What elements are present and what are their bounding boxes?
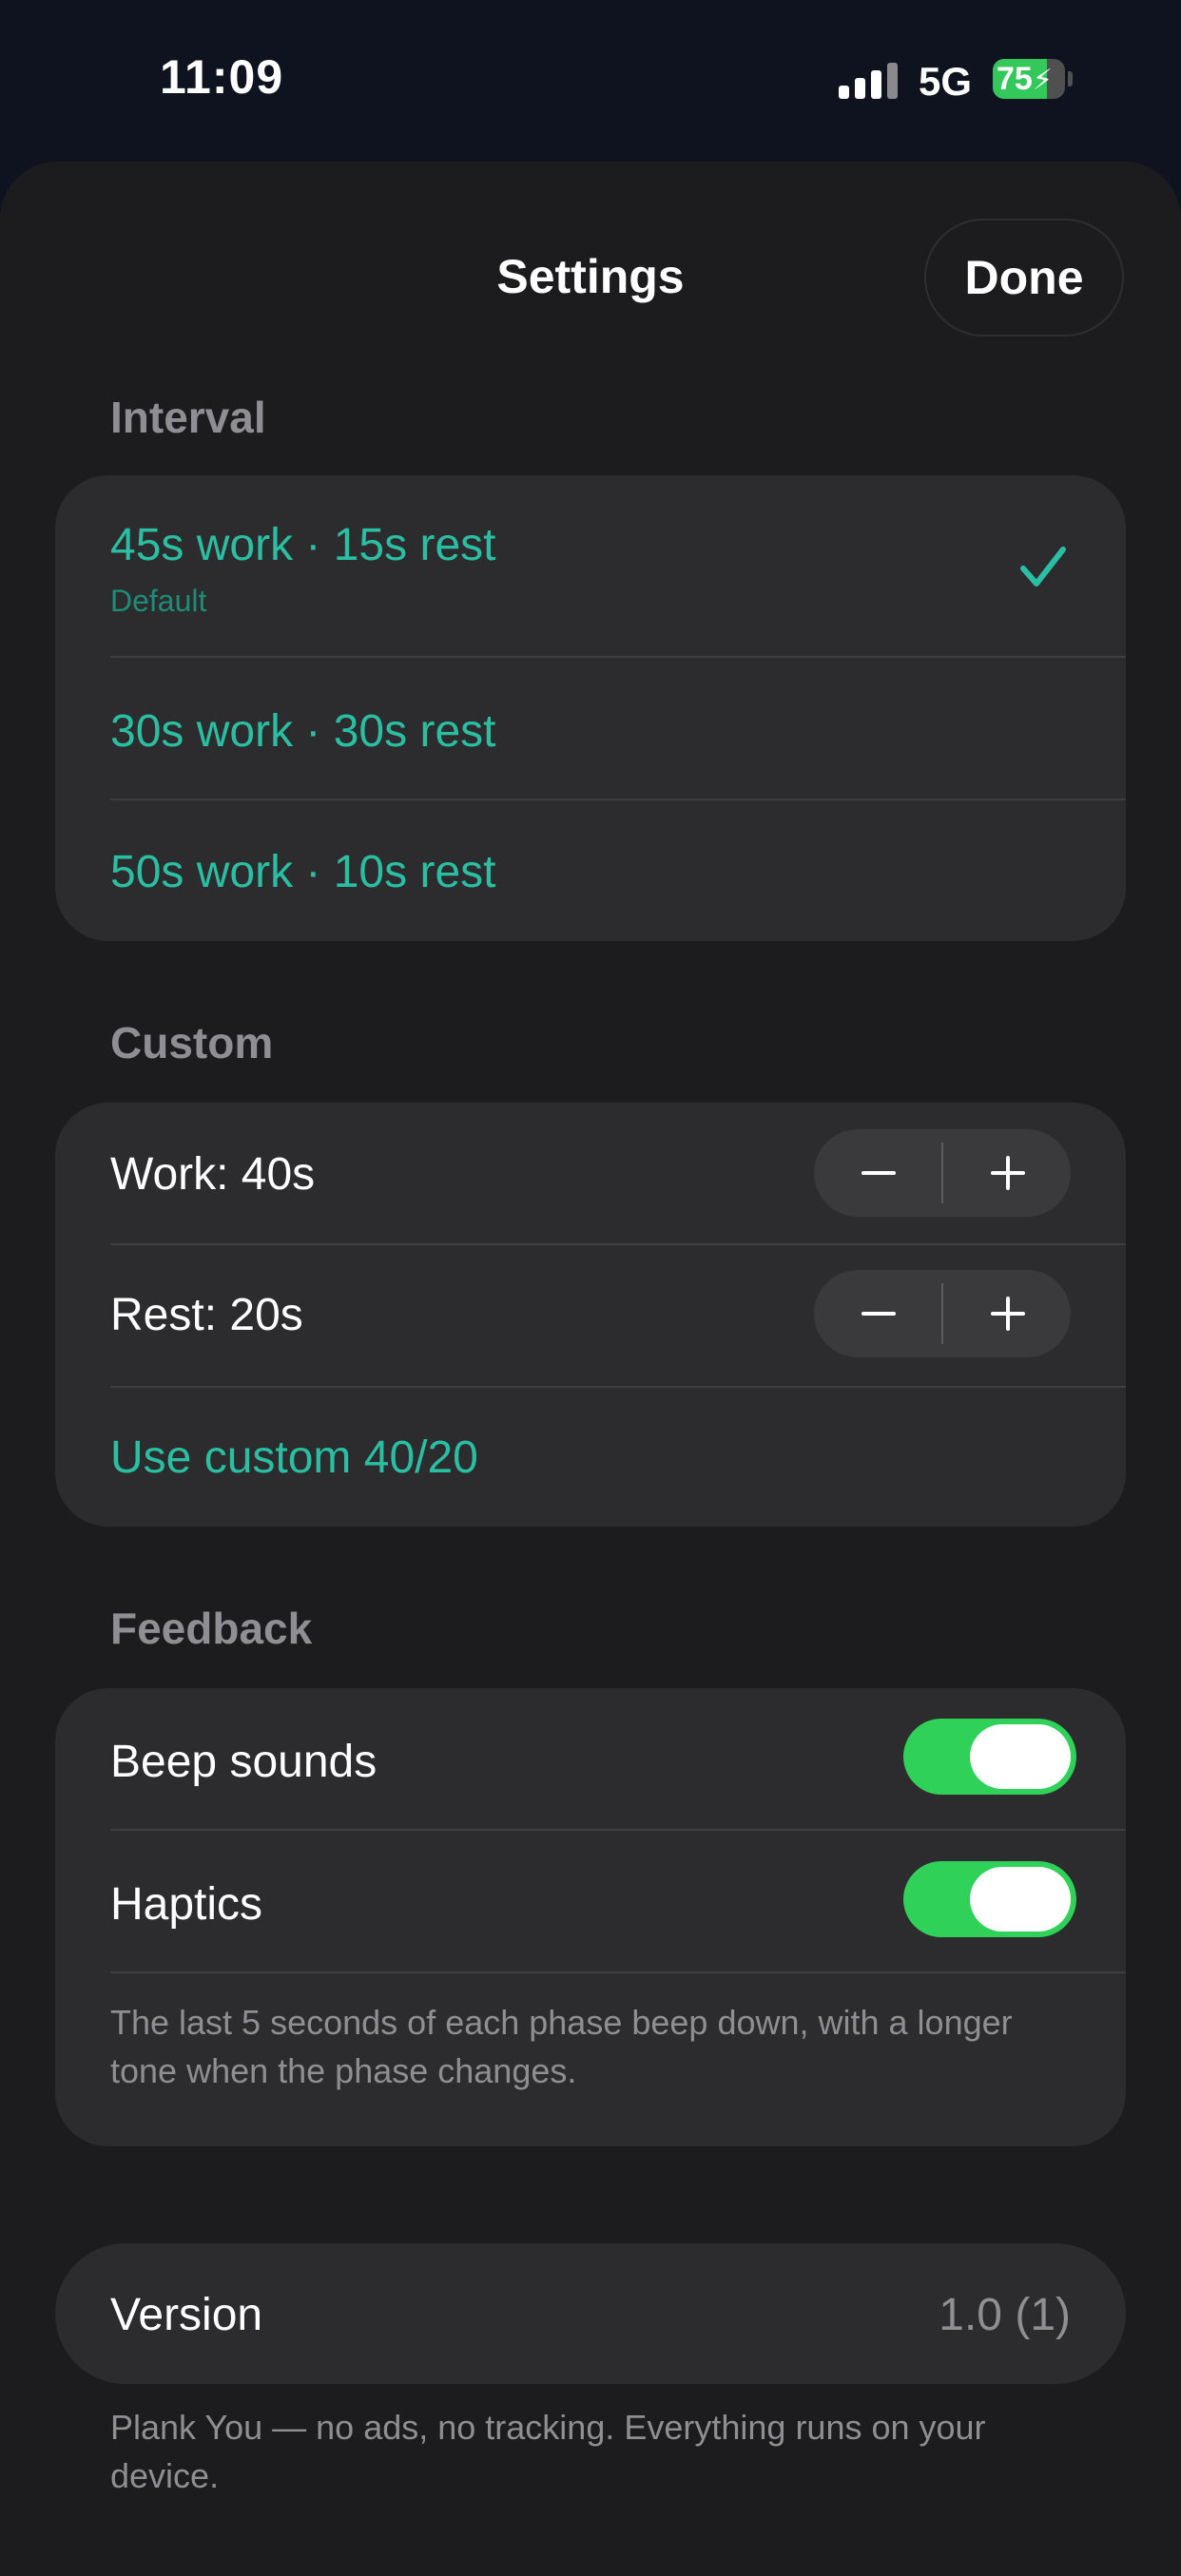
rest-duration-label: Rest: 20s xyxy=(110,1290,303,1340)
done-button[interactable]: Done xyxy=(924,219,1124,336)
signal-icon xyxy=(839,63,898,99)
stepper-divider xyxy=(941,1283,943,1344)
divider xyxy=(110,1971,1126,1973)
interval-option-50-10[interactable]: 50s work · 10s rest xyxy=(110,800,1071,941)
work-decrement-button[interactable] xyxy=(852,1129,905,1217)
interval-option-45-15[interactable]: 45s work · 15s rest Default xyxy=(110,475,1071,656)
interval-option-label: 30s work · 30s rest xyxy=(110,706,496,757)
haptics-toggle[interactable] xyxy=(903,1861,1076,1937)
section-header-custom: Custom xyxy=(110,1018,274,1067)
divider xyxy=(110,1829,1126,1831)
interval-option-label: 45s work · 15s rest xyxy=(110,520,496,570)
battery-charging-icon: 75⚡ xyxy=(993,59,1073,99)
section-header-feedback: Feedback xyxy=(110,1604,313,1653)
work-stepper xyxy=(814,1129,1071,1217)
divider xyxy=(110,1243,1126,1245)
interval-option-subtitle: Default xyxy=(110,584,207,618)
stepper-divider xyxy=(941,1143,943,1203)
version-row: Version 1.0 (1) xyxy=(55,2243,1126,2384)
interval-option-label: 50s work · 10s rest xyxy=(110,847,496,897)
version-value: 1.0 (1) xyxy=(939,2290,1071,2340)
section-header-interval: Interval xyxy=(110,393,266,442)
beep-sounds-label: Beep sounds xyxy=(110,1737,378,1787)
version-label: Version xyxy=(110,2290,263,2340)
app-footnote: Plank You — no ads, no tracking. Everyth… xyxy=(110,2408,986,2495)
feedback-note: The last 5 seconds of each phase beep do… xyxy=(110,2003,1013,2090)
checkmark-icon xyxy=(1020,547,1066,586)
work-increment-button[interactable] xyxy=(981,1129,1035,1217)
settings-sheet: Settings Done Interval 45s work · 15s re… xyxy=(0,162,1181,2576)
network-type: 5G xyxy=(919,59,973,104)
rest-stepper xyxy=(814,1270,1071,1357)
divider xyxy=(110,1386,1126,1388)
interval-option-30-30[interactable]: 30s work · 30s rest xyxy=(110,658,1071,798)
status-bar: 11:09 5G 75⚡ xyxy=(0,0,1181,162)
rest-increment-button[interactable] xyxy=(981,1270,1035,1357)
beep-sounds-toggle[interactable] xyxy=(903,1719,1076,1795)
battery-level: 75 xyxy=(997,61,1033,97)
use-custom-button[interactable]: Use custom 40/20 xyxy=(110,1432,478,1484)
status-time: 11:09 xyxy=(160,50,284,104)
haptics-label: Haptics xyxy=(110,1879,263,1930)
interval-card: 45s work · 15s rest Default 30s work · 3… xyxy=(55,475,1126,941)
work-duration-label: Work: 40s xyxy=(110,1149,316,1200)
feedback-card: Beep sounds Haptics The last 5 seconds o… xyxy=(55,1688,1126,2146)
custom-card: Work: 40s Rest: 20s Use custom 40/20 xyxy=(55,1103,1126,1527)
rest-decrement-button[interactable] xyxy=(852,1270,905,1357)
